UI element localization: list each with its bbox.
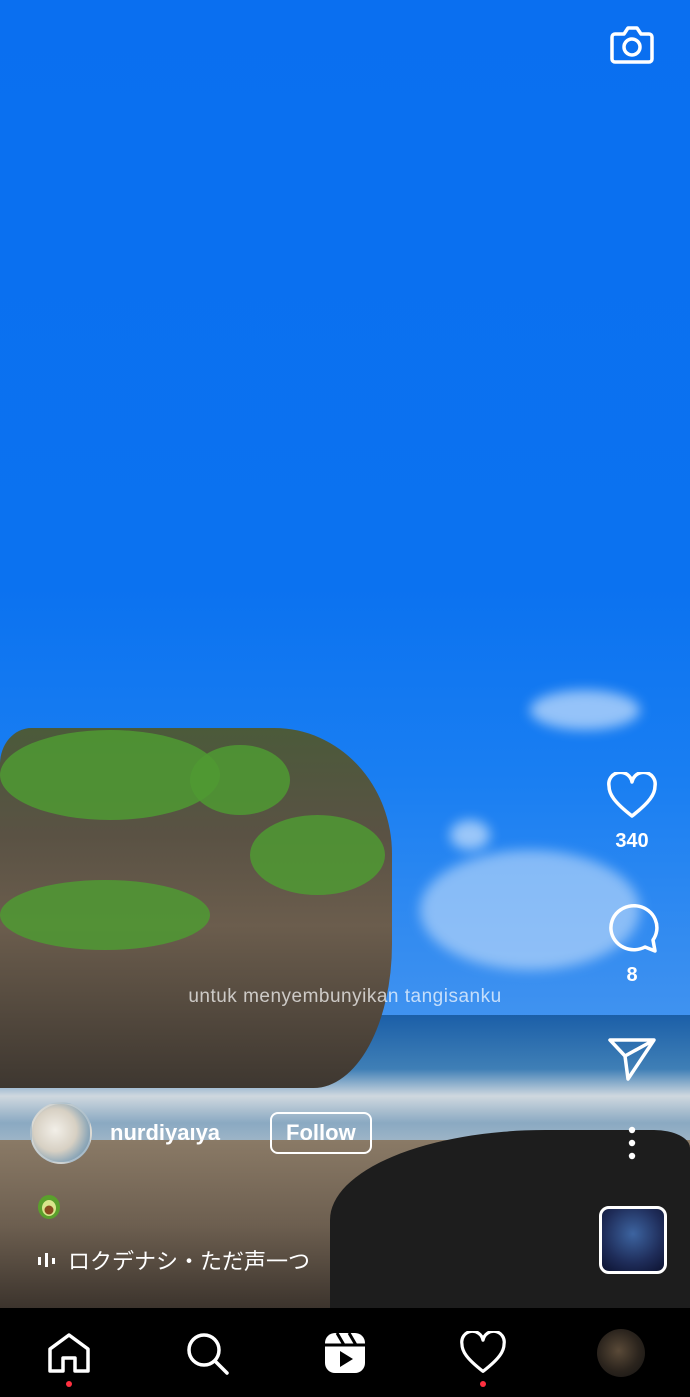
audio-thumbnail[interactable] — [599, 1206, 667, 1274]
comment-action[interactable]: 8 — [600, 902, 664, 987]
follow-button[interactable]: Follow — [270, 1112, 372, 1154]
like-action[interactable]: 340 — [600, 772, 664, 853]
more-icon — [628, 1126, 636, 1160]
search-icon — [187, 1332, 229, 1375]
camera-icon — [610, 26, 654, 64]
heart-icon — [607, 772, 657, 818]
moss — [0, 730, 220, 820]
moss — [250, 815, 385, 895]
cloud — [530, 690, 640, 730]
camera-button[interactable] — [606, 18, 658, 70]
moss — [0, 880, 210, 950]
nav-home[interactable] — [34, 1323, 104, 1387]
like-count: 340 — [615, 830, 649, 852]
cloud — [450, 820, 490, 850]
activity-heart-icon — [460, 1330, 506, 1373]
author-username[interactable]: nurdiyaıya — [110, 1120, 220, 1146]
nav-activity[interactable] — [448, 1323, 518, 1387]
comment-count: 8 — [626, 964, 638, 986]
bottom-nav — [0, 1308, 690, 1397]
activity-notification-dot — [480, 1380, 486, 1387]
nav-reels[interactable] — [310, 1323, 380, 1383]
author-row: nurdiyaıya Follow — [30, 1102, 372, 1164]
home-notification-dot — [66, 1380, 72, 1387]
share-icon — [608, 1038, 656, 1081]
audio-track[interactable]: ロクデナシ・ただ声一つ — [36, 1244, 310, 1276]
audio-title: ロクデナシ・ただ声一つ — [68, 1249, 311, 1274]
profile-avatar — [597, 1328, 645, 1377]
reels-icon — [325, 1331, 365, 1373]
moss — [190, 745, 290, 815]
audio-wave-icon — [38, 1253, 55, 1267]
author-avatar[interactable] — [30, 1102, 92, 1164]
share-button[interactable] — [600, 1036, 664, 1082]
more-options-button[interactable] — [600, 1126, 664, 1160]
nav-profile[interactable] — [586, 1323, 656, 1383]
nav-search[interactable] — [172, 1323, 242, 1383]
home-icon — [48, 1332, 90, 1373]
comment-icon — [609, 904, 659, 953]
reel-caption-overlay: untuk menyembunyikan tangisanku — [188, 986, 502, 1007]
avocado-emoji-icon — [34, 1190, 64, 1220]
